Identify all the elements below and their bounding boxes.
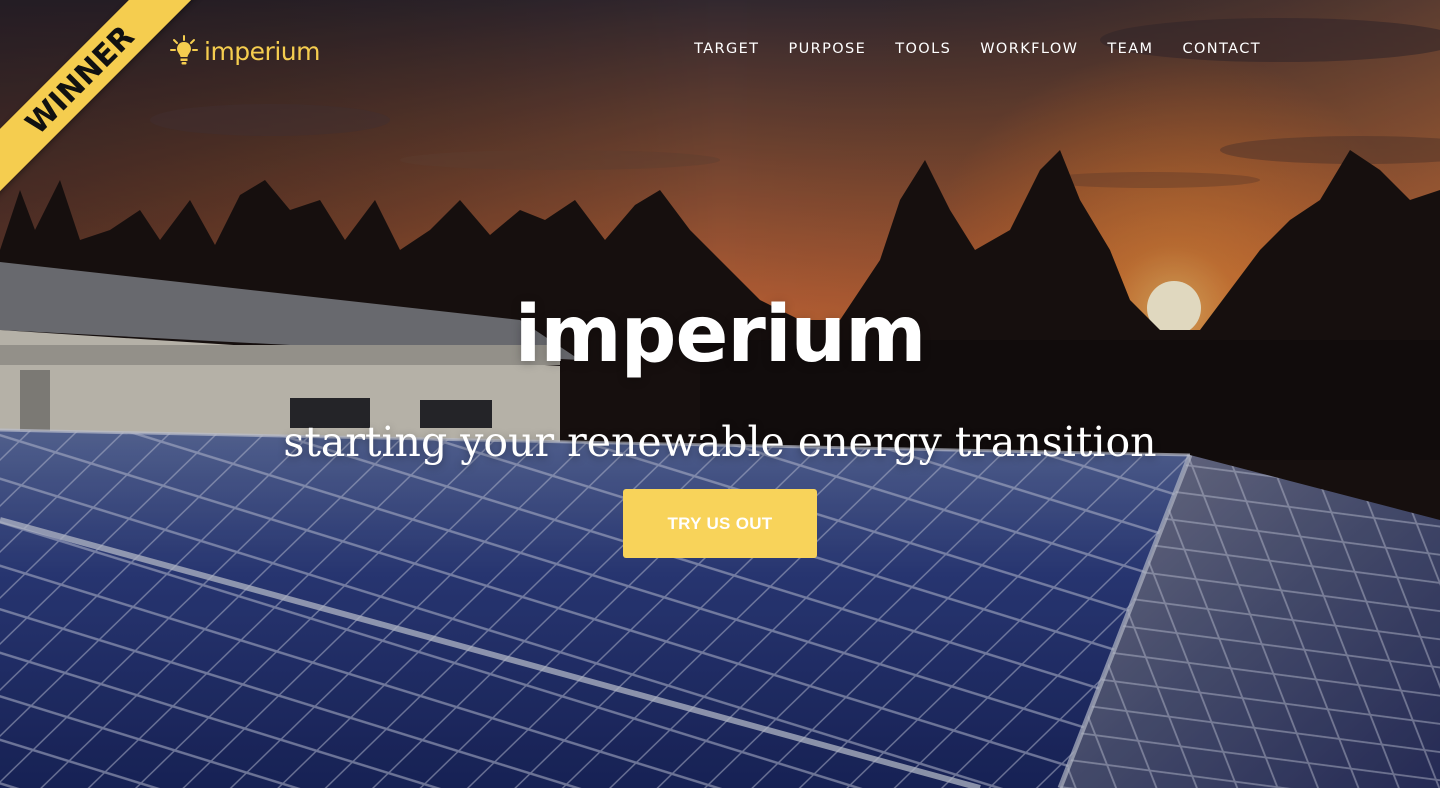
brand-logo-link[interactable]: imperium: [170, 34, 320, 68]
hero-section: WINNER imperium TARGET PURPOSE TOOLS WOR…: [0, 0, 1440, 788]
nav-link-workflow[interactable]: WORKFLOW: [980, 41, 1078, 57]
nav-link-target[interactable]: TARGET: [694, 41, 759, 57]
hero-title: imperium: [514, 290, 927, 380]
try-us-out-button[interactable]: TRY US OUT: [623, 489, 817, 558]
lightbulb-icon: [170, 35, 198, 65]
hero-subtitle: starting your renewable energy transitio…: [283, 418, 1157, 466]
nav-menu: TARGET PURPOSE TOOLS WORKFLOW TEAM CONTA…: [694, 40, 1261, 58]
nav-link-purpose[interactable]: PURPOSE: [788, 41, 866, 57]
brand-name: imperium: [204, 36, 320, 66]
top-navigation: imperium TARGET PURPOSE TOOLS WORKFLOW T…: [0, 0, 1440, 100]
nav-link-contact[interactable]: CONTACT: [1182, 41, 1261, 57]
nav-link-tools[interactable]: TOOLS: [895, 41, 951, 57]
nav-link-team[interactable]: TEAM: [1107, 41, 1153, 57]
